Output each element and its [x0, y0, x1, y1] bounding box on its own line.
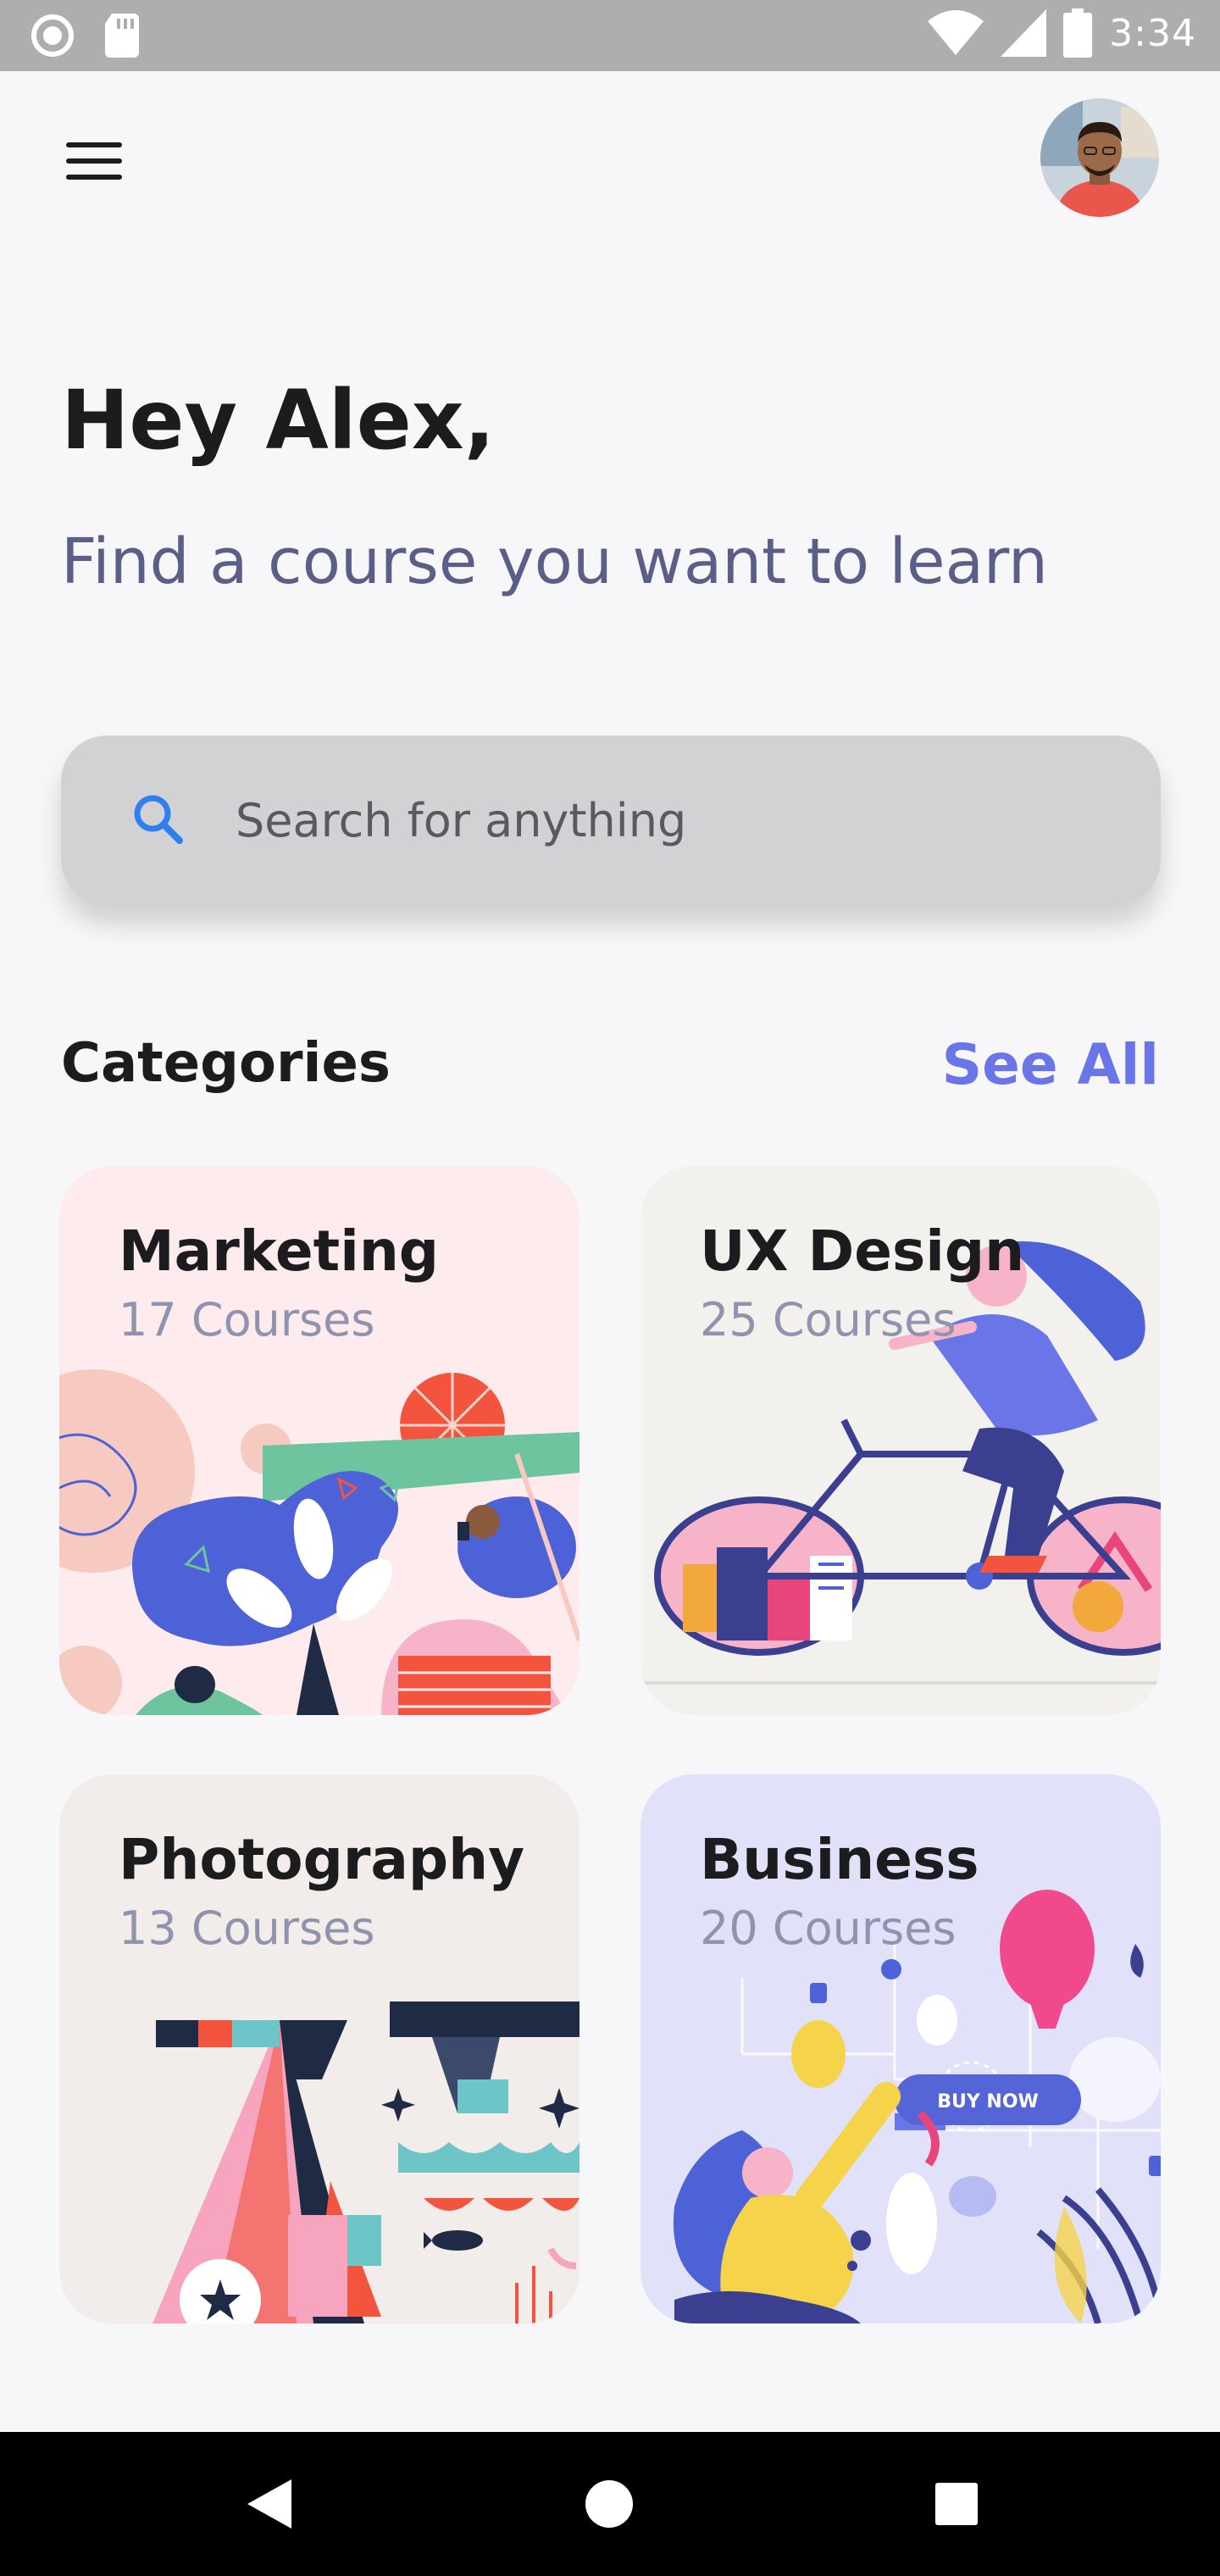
recents-icon[interactable]	[929, 2476, 984, 2532]
category-course-count: 13 Courses	[119, 1901, 375, 1955]
home-icon[interactable]	[581, 2476, 637, 2532]
buy-now-label: BUY NOW	[937, 2091, 1039, 2112]
hamburger-menu-icon[interactable]	[66, 142, 122, 181]
category-card-ux-design[interactable]: UX Design 25 Courses	[640, 1166, 1161, 1715]
category-course-count: 25 Courses	[700, 1293, 957, 1346]
category-course-count: 17 Courses	[119, 1293, 375, 1346]
search-input[interactable]	[236, 783, 1083, 858]
category-name: Marketing	[119, 1219, 440, 1284]
category-name: Business	[700, 1827, 979, 1892]
signal-icon	[1001, 9, 1047, 57]
category-card-business[interactable]: BUY NOW Business 20 Courses	[640, 1774, 1161, 2323]
categories-title: Categories	[61, 1032, 391, 1095]
category-card-photography[interactable]: Photography 13 Courses	[59, 1774, 580, 2323]
sd-card-icon	[105, 14, 139, 58]
see-all-link[interactable]: See All	[942, 1032, 1159, 1097]
search-icon	[134, 795, 183, 844]
user-avatar[interactable]	[1040, 98, 1159, 217]
battery-icon	[1063, 8, 1093, 58]
system-nav-bar	[0, 2432, 1220, 2576]
category-course-count: 20 Courses	[700, 1901, 957, 1955]
category-name: Photography	[119, 1827, 525, 1892]
search-bar[interactable]	[61, 736, 1161, 905]
wifi-icon	[928, 10, 984, 55]
status-time: 3:34	[1109, 11, 1196, 55]
greeting-heading: Hey Alex,	[61, 373, 496, 468]
category-card-marketing[interactable]: Marketing 17 Courses	[59, 1166, 580, 1715]
back-icon[interactable]	[242, 2476, 298, 2532]
category-name: UX Design	[700, 1219, 1025, 1284]
status-bar: 3:34	[0, 0, 1220, 71]
subtitle: Find a course you want to learn	[61, 525, 1048, 598]
record-icon	[31, 14, 74, 57]
